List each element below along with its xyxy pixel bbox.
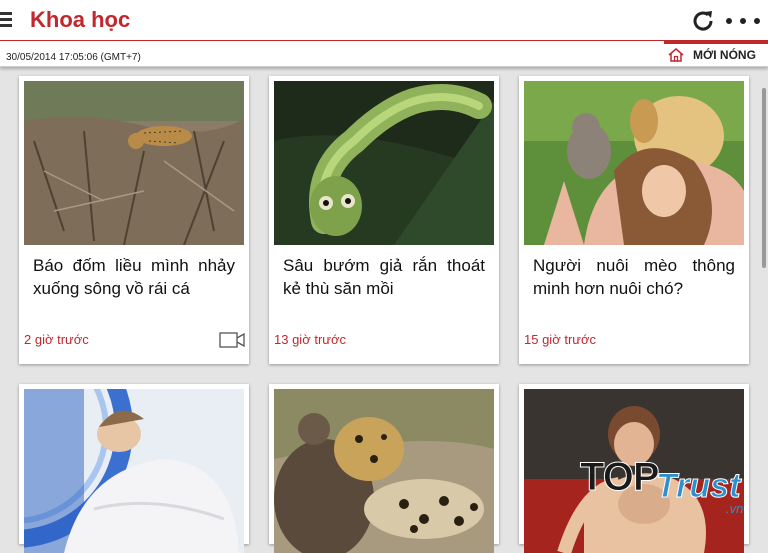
- article-title: Báo đốm liều mình nhảy xuống sông vồ rái…: [33, 256, 235, 298]
- refresh-icon[interactable]: [690, 8, 716, 34]
- article-time: 2 giờ trước: [24, 332, 89, 347]
- tab-label: MỚI NÓNG: [693, 48, 756, 62]
- page-title: Khoa học: [30, 7, 131, 32]
- article-time: 15 giờ trước: [524, 332, 596, 347]
- article-card[interactable]: [19, 384, 249, 553]
- home-icon: [668, 48, 684, 62]
- scrollbar[interactable]: [762, 88, 766, 268]
- article-thumbnail: [274, 389, 494, 553]
- article-thumbnail: [24, 389, 244, 553]
- article-card[interactable]: Sâu bướm giả rắn thoát kẻ thù săn mồi 13…: [269, 76, 499, 364]
- tab-moi-nong[interactable]: MỚI NÓNG: [664, 41, 768, 66]
- article-time: 13 giờ trước: [274, 332, 346, 347]
- datetime-label: 30/05/2014 17:05:06 (GMT+7): [6, 52, 141, 63]
- article-card[interactable]: Người nuôi mèo thông minh hơn nuôi chó? …: [519, 76, 749, 364]
- sub-header: 30/05/2014 17:05:06 (GMT+7) MỚI NÓNG: [0, 41, 768, 67]
- video-camera-icon: [219, 332, 245, 348]
- article-thumbnail: [274, 81, 494, 245]
- watermark-domain: .vn: [726, 501, 744, 516]
- article-card[interactable]: Báo đốm liều mình nhảy xuống sông vồ rái…: [19, 76, 249, 364]
- article-title: Người nuôi mèo thông minh hơn nuôi chó?: [533, 256, 735, 298]
- article-thumbnail: [524, 81, 744, 245]
- hamburger-icon[interactable]: [0, 12, 12, 28]
- more-dots-icon[interactable]: [726, 18, 760, 24]
- app-bar: Khoa học: [0, 0, 768, 41]
- article-card[interactable]: [269, 384, 499, 553]
- article-title: Sâu bướm giả rắn thoát kẻ thù săn mồi: [283, 256, 485, 298]
- watermark-top: TOP: [580, 455, 661, 500]
- article-thumbnail: [24, 81, 244, 245]
- toptrust-watermark-logo: TOP Trust .vn: [580, 455, 760, 525]
